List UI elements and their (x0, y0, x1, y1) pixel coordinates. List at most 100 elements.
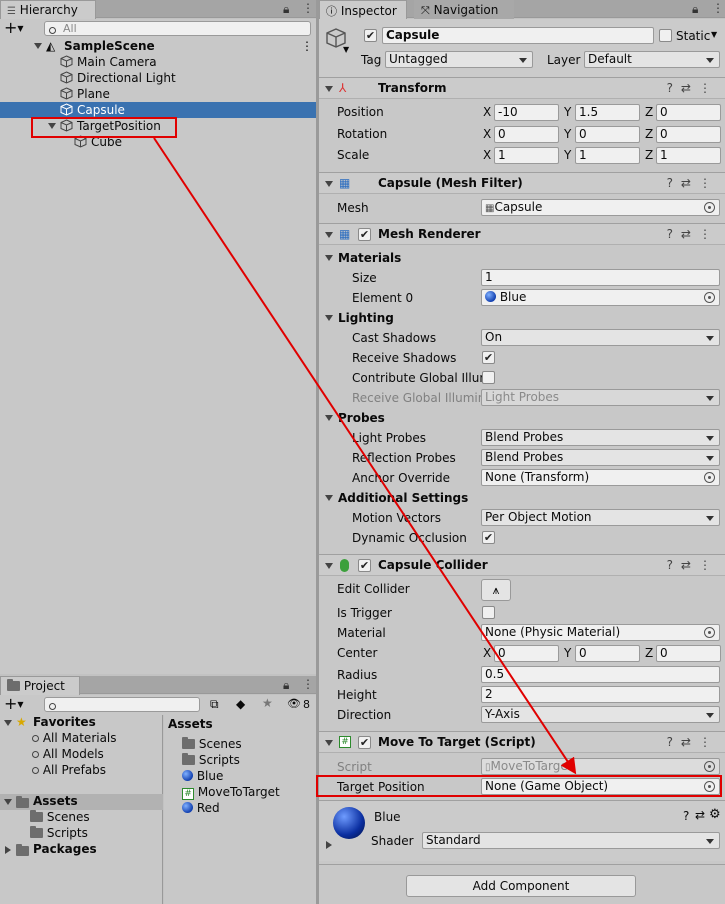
capsule-collider-header[interactable]: ✔ Capsule Collider ?⇄⋮ (319, 554, 725, 576)
direction-dropdown[interactable]: Y-Axis (481, 706, 720, 723)
asset-folder-scripts[interactable]: Scripts (182, 753, 240, 767)
component-header-icons[interactable]: ?⇄⋮ (667, 732, 719, 753)
gear-icon[interactable]: ⚙ (709, 807, 721, 822)
rotation-x-field[interactable]: 0 (494, 126, 559, 143)
favorite-star-icon[interactable]: ★ (262, 696, 273, 710)
layer-dropdown[interactable]: Default (584, 51, 720, 68)
favorites-item[interactable]: All Materials (32, 731, 117, 745)
mesh-renderer-enabled-checkbox[interactable]: ✔ (358, 228, 371, 241)
chevron-down-icon[interactable] (4, 720, 12, 726)
inspector-menu-icon[interactable]: ⋮ (712, 1, 724, 15)
tree-folder-scenes[interactable]: Scenes (30, 810, 90, 824)
asset-material-red[interactable]: Red (182, 801, 220, 815)
object-picker-icon[interactable] (704, 627, 715, 638)
hierarchy-menu-icon[interactable]: ⋮ (302, 1, 314, 15)
asset-script-movetotarget[interactable]: # MoveToTarget (182, 785, 280, 800)
component-header-icons[interactable]: ?⇄⋮ (667, 78, 719, 99)
center-x-field[interactable]: 0 (494, 645, 559, 662)
help-icon[interactable]: ? (683, 809, 689, 823)
scale-y-field[interactable]: 1 (575, 147, 640, 164)
chevron-down-icon[interactable] (325, 740, 333, 746)
filter-type-icon[interactable]: ⧉ (210, 697, 219, 712)
height-field[interactable]: 2 (481, 686, 720, 703)
chevron-right-icon[interactable] (5, 846, 11, 854)
project-menu-icon[interactable]: ⋮ (302, 677, 314, 691)
packages-row[interactable]: Packages (0, 842, 163, 858)
materials-size-field[interactable]: 1 (481, 269, 720, 286)
chevron-right-icon[interactable] (326, 841, 332, 849)
element0-object-field[interactable]: Blue (481, 289, 720, 306)
settings-icon[interactable]: ⇄ (695, 808, 705, 822)
asset-material-blue[interactable]: Blue (182, 769, 223, 783)
chevron-down-icon[interactable] (325, 495, 333, 501)
active-checkbox[interactable]: ✔ (364, 29, 377, 42)
create-button[interactable]: +▼ (4, 19, 24, 38)
object-picker-icon[interactable] (704, 292, 715, 303)
chevron-down-icon[interactable] (325, 563, 333, 569)
favorites-row[interactable]: ★ Favorites (0, 715, 163, 731)
contribute-gi-checkbox[interactable] (482, 371, 495, 384)
chevron-down-icon[interactable] (4, 799, 12, 805)
rotation-y-field[interactable]: 0 (575, 126, 640, 143)
center-y-field[interactable]: 0 (575, 645, 640, 662)
scale-x-field[interactable]: 1 (494, 147, 559, 164)
tab-hierarchy[interactable]: ☰ Hierarchy (0, 0, 96, 19)
chevron-down-icon[interactable] (325, 415, 333, 421)
dynamic-occlusion-checkbox[interactable]: ✔ (482, 531, 495, 544)
lighting-foldout[interactable]: Lighting (338, 310, 394, 326)
object-name-input[interactable]: Capsule (382, 27, 654, 44)
hierarchy-lock-icon[interactable]: 🔒︎ (283, 2, 289, 17)
position-y-field[interactable]: 1.5 (575, 104, 640, 121)
favorites-item[interactable]: All Prefabs (32, 763, 106, 777)
hierarchy-item-main-camera[interactable]: Main Camera (0, 54, 316, 70)
component-header-icons[interactable]: ?⇄⋮ (667, 173, 719, 194)
collider-material-field[interactable]: None (Physic Material) (481, 624, 720, 641)
project-lock-icon[interactable]: 🔒︎ (283, 678, 289, 693)
tab-navigation[interactable]: ⤧ Navigation (414, 0, 514, 19)
transform-header[interactable]: ⅄ Transform ?⇄⋮ (319, 77, 725, 99)
edit-collider-button[interactable]: ⩚ (481, 579, 511, 601)
move-to-target-header[interactable]: # ✔ Move To Target (Script) ?⇄⋮ (319, 731, 725, 753)
static-checkbox[interactable] (659, 29, 672, 42)
tag-dropdown[interactable]: Untagged (385, 51, 533, 68)
favorites-item[interactable]: All Models (32, 747, 104, 761)
chevron-down-icon[interactable] (34, 43, 42, 49)
light-probes-dropdown[interactable]: Blend Probes (481, 429, 720, 446)
component-header-icons[interactable]: ?⇄⋮ (667, 555, 719, 576)
hierarchy-item-capsule[interactable]: Capsule (0, 102, 316, 118)
hidden-packages-icon[interactable]: 👁︎ (287, 697, 301, 710)
asset-folder-scenes[interactable]: Scenes (182, 737, 242, 751)
component-header-icons[interactable]: ?⇄⋮ (667, 224, 719, 245)
position-z-field[interactable]: 0 (656, 104, 721, 121)
materials-foldout[interactable]: Materials (338, 250, 401, 266)
tree-folder-scripts[interactable]: Scripts (30, 826, 88, 840)
hierarchy-search-input[interactable]: All (44, 21, 311, 36)
project-create-button[interactable]: +▼ (4, 695, 24, 714)
shader-dropdown[interactable]: Standard (422, 832, 720, 849)
scale-z-field[interactable]: 1 (656, 147, 721, 164)
hierarchy-item-plane[interactable]: Plane (0, 86, 316, 102)
reflection-probes-dropdown[interactable]: Blend Probes (481, 449, 720, 466)
center-z-field[interactable]: 0 (656, 645, 721, 662)
tab-project[interactable]: Project (0, 676, 80, 695)
add-component-button[interactable]: Add Component (406, 875, 636, 897)
position-x-field[interactable]: -10 (494, 104, 559, 121)
inspector-lock-icon[interactable]: 🔒︎ (692, 2, 698, 17)
probes-foldout[interactable]: Probes (338, 410, 385, 426)
rotation-z-field[interactable]: 0 (656, 126, 721, 143)
filter-label-icon[interactable]: ◆ (236, 697, 245, 711)
chevron-down-icon[interactable] (325, 232, 333, 238)
anchor-override-field[interactable]: None (Transform) (481, 469, 720, 486)
hierarchy-item-directional-light[interactable]: Directional Light (0, 70, 316, 86)
chevron-down-icon[interactable] (325, 315, 333, 321)
assets-folder-row[interactable]: Assets (0, 794, 163, 810)
capsule-collider-enabled-checkbox[interactable]: ✔ (358, 559, 371, 572)
hierarchy-scene-row[interactable]: ◭ SampleScene ⋮ (0, 38, 316, 54)
object-picker-icon[interactable] (704, 202, 715, 213)
mesh-object-field[interactable]: ▦Capsule (481, 199, 720, 216)
chevron-down-icon[interactable] (325, 255, 333, 261)
cast-shadows-dropdown[interactable]: On (481, 329, 720, 346)
tab-inspector[interactable]: ⓘ Inspector (319, 0, 407, 19)
chevron-down-icon[interactable]: ▼ (343, 45, 349, 54)
chevron-down-icon[interactable]: ▼ (711, 30, 717, 39)
